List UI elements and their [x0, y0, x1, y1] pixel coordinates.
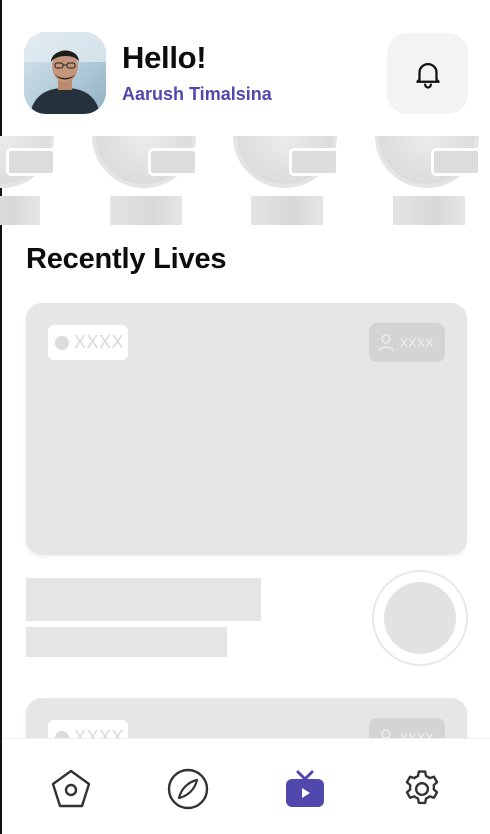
section-title: Recently Lives: [26, 243, 227, 275]
compass-icon: [167, 768, 209, 810]
story-item[interactable]: [92, 136, 198, 232]
host-avatar-placeholder[interactable]: [372, 570, 468, 666]
live-tag-placeholder: [6, 148, 56, 176]
story-name-placeholder: [393, 196, 465, 225]
nav-explore[interactable]: [166, 767, 210, 811]
subtitle-placeholder: [26, 627, 227, 657]
live-tag-placeholder: [289, 148, 339, 176]
stories-row: [0, 136, 490, 232]
live-dot-icon: [55, 335, 69, 350]
nav-home[interactable]: [49, 767, 93, 811]
window-edge: [0, 0, 2, 834]
host-avatar-inner: [384, 582, 456, 654]
user-icon: [378, 333, 394, 351]
live-label: XXXX: [74, 332, 125, 352]
viewer-count: xxxx: [400, 333, 434, 351]
story-name-placeholder: [110, 196, 182, 225]
bottom-nav: [2, 738, 490, 834]
nav-settings[interactable]: [400, 767, 444, 811]
header: Hello! Aarush Timalsina: [24, 32, 468, 116]
greeting-title: Hello!: [122, 40, 207, 75]
story-item[interactable]: [375, 136, 481, 232]
title-placeholder: [26, 578, 261, 621]
tv-icon: [286, 770, 324, 807]
story-item[interactable]: [0, 136, 56, 232]
user-name: Aarush Timalsina: [122, 84, 272, 104]
home-icon: [51, 769, 91, 808]
nav-live-tv[interactable]: [283, 767, 327, 811]
story-name-placeholder: [0, 196, 40, 225]
viewer-badge: xxxx: [369, 323, 445, 362]
story-item[interactable]: [233, 136, 339, 232]
live-tag-placeholder: [148, 148, 198, 176]
avatar[interactable]: [24, 32, 106, 114]
notifications-button[interactable]: [387, 33, 468, 114]
live-tag-placeholder: [431, 148, 481, 176]
bell-icon: [415, 62, 440, 89]
story-name-placeholder: [251, 196, 323, 225]
live-card[interactable]: XXXX xxxx: [26, 303, 467, 555]
live-badge: XXXX: [48, 325, 128, 360]
settings-icon: [405, 770, 439, 805]
user-photo: [24, 32, 106, 114]
